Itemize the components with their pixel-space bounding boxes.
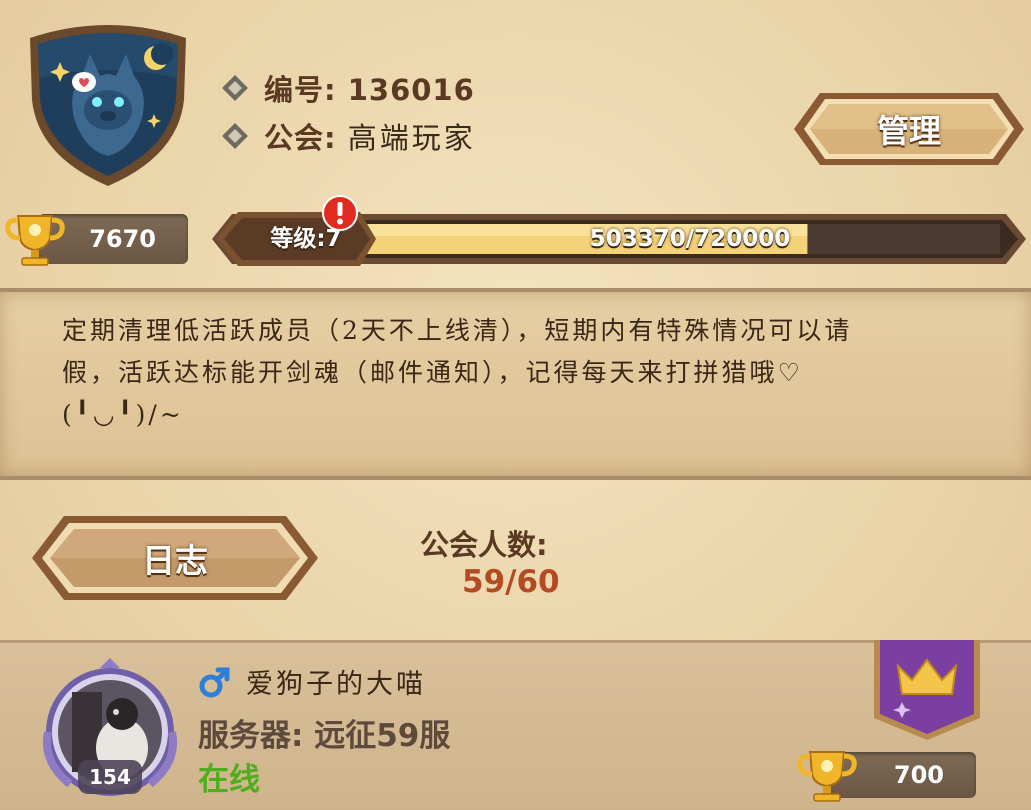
guild-id-label: 编号: [264, 73, 337, 107]
announcement-line: 定期清理低活跃成员（2天不上线清），短期内有特殊情况可以请 [62, 316, 853, 345]
trophy-icon [797, 751, 857, 802]
announcement-line: 假，活跃达标能开剑魂（邮件通知），记得每天来打拼猎哦♡ [62, 358, 803, 387]
guild-emblem[interactable] [24, 18, 192, 190]
guild-announcement-panel: 定期清理低活跃成员（2天不上线清），短期内有特殊情况可以请 假，活跃达标能开剑魂… [0, 288, 1031, 480]
male-icon [199, 667, 230, 697]
guild-id-row: 编号: 136016 [220, 68, 475, 108]
exclamation-alert-icon[interactable] [321, 194, 359, 232]
leader-online-status: 在线 [198, 762, 260, 798]
log-button[interactable]: 日志 [28, 512, 322, 604]
member-count-value: 59/60 [462, 564, 560, 600]
crown-banner-icon [874, 640, 980, 740]
announcement-line: (╹◡╹)/~ [62, 400, 184, 429]
guild-announcement-text: 定期清理低活跃成员（2天不上线清），短期内有特殊情况可以请 假，活跃达标能开剑魂… [62, 310, 982, 436]
manage-button-label: 管理 [876, 112, 941, 150]
leader-server: 服务器: 远征59服 [198, 718, 451, 754]
diamond-bullet-icon [222, 75, 248, 101]
leader-level: 154 [89, 765, 131, 789]
guild-name-row: 公会: 高端玩家 [220, 116, 476, 156]
manage-button[interactable]: 管理 [790, 90, 1028, 168]
leader-name: 爱狗子的大喵 [246, 669, 426, 700]
guild-name-value: 高端玩家 [347, 121, 476, 155]
guild-level-progress-text: 503370/720000 [589, 226, 791, 252]
guild-id-value: 136016 [347, 73, 475, 107]
member-count-label: 公会人数: [420, 528, 548, 562]
log-button-label: 日志 [142, 541, 208, 580]
guild-name-label: 公会: [264, 121, 337, 155]
leader-name-row: 爱狗子的大喵 [198, 662, 426, 701]
avatar[interactable]: 154 [30, 652, 190, 804]
diamond-bullet-icon [222, 123, 248, 149]
trophy-icon [5, 215, 65, 266]
